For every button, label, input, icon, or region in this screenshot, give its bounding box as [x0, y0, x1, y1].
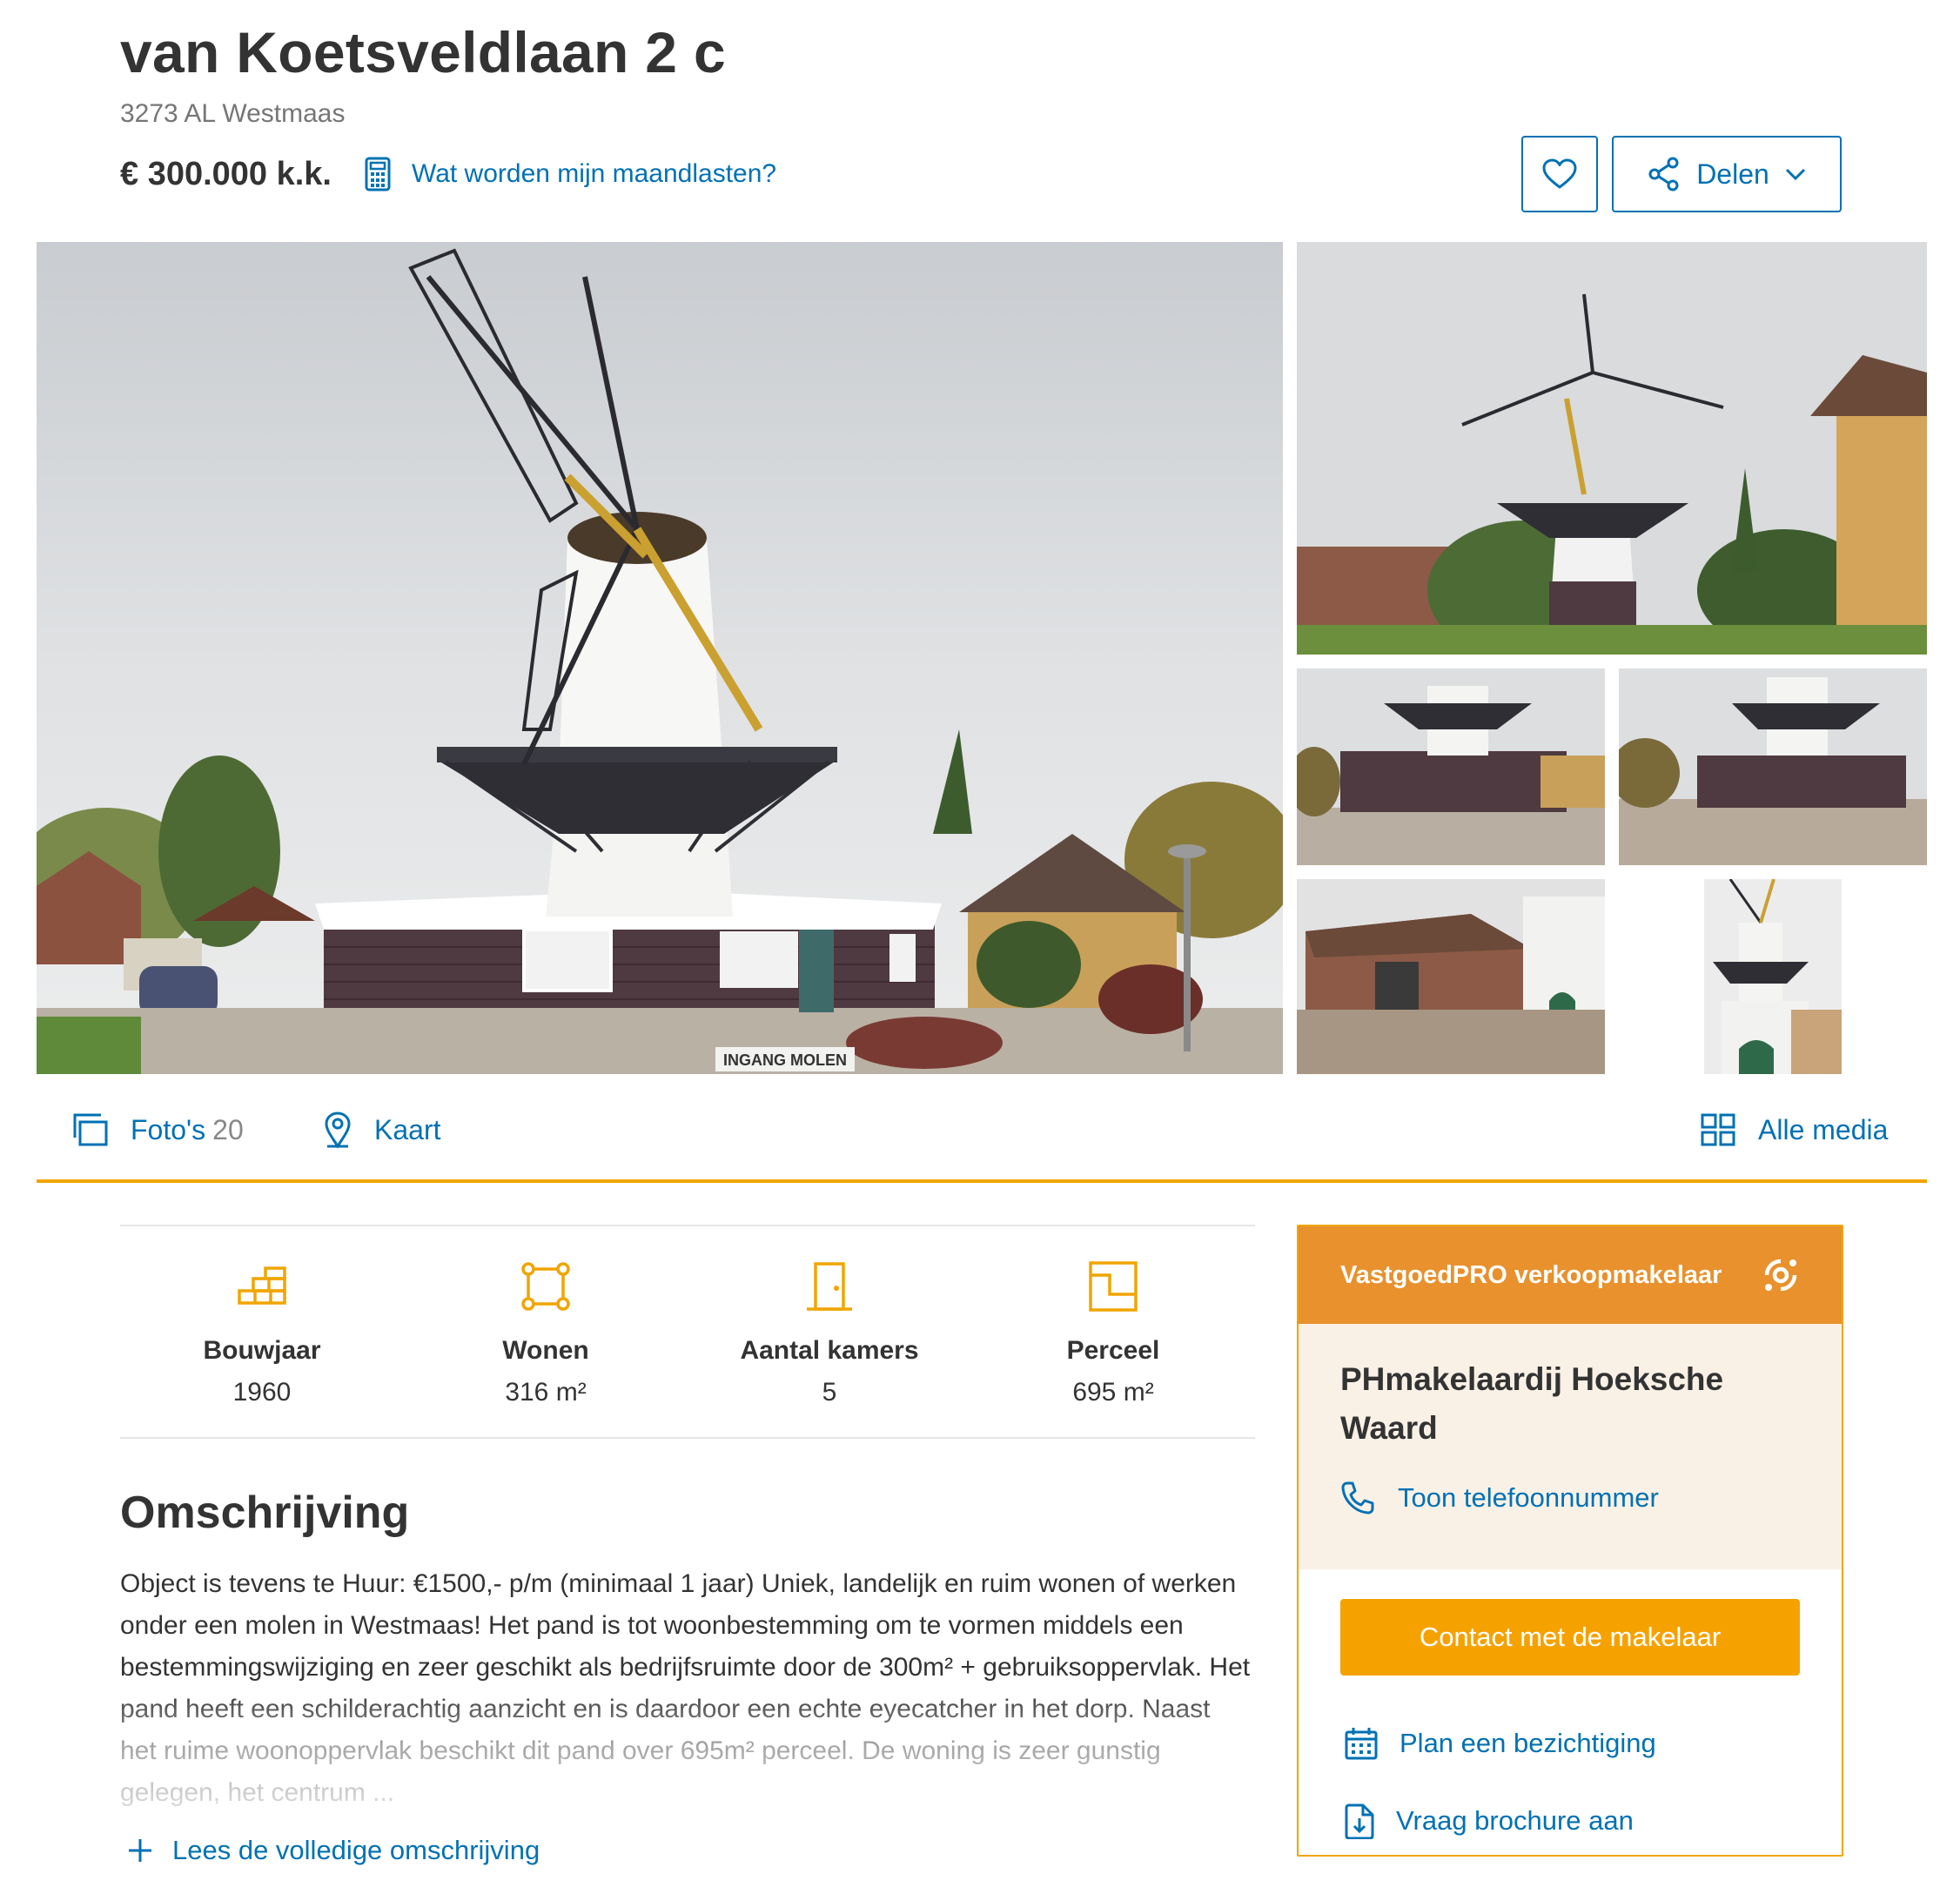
thumbnail-photo-5[interactable]: [1704, 879, 1842, 1074]
schedule-viewing-label: Plan een bezichtiging: [1400, 1728, 1656, 1758]
listing-title: van Koetsveldlaan 2 c: [120, 20, 726, 84]
schedule-viewing-link[interactable]: Plan een bezichtiging: [1344, 1726, 1656, 1761]
map-tab-label: Kaart: [374, 1113, 441, 1145]
agent-info: PHmakelaardij Hoeksche Waard Toon telefo…: [1299, 1324, 1842, 1569]
mortgage-costs-link[interactable]: Wat worden mijn maandlasten?: [365, 157, 776, 191]
bricks-icon: [238, 1266, 286, 1305]
show-phone-label: Toon telefoonnummer: [1398, 1482, 1659, 1513]
feature-label: Aantal kamers: [740, 1336, 919, 1365]
door-icon: [807, 1262, 852, 1311]
photos-count: 20: [212, 1113, 244, 1145]
thumbnail-photo-4[interactable]: [1297, 879, 1605, 1074]
grid-icon: [1701, 1113, 1735, 1146]
all-media-button[interactable]: Alle media: [1701, 1095, 1888, 1165]
calculator-icon: [365, 157, 391, 191]
photos-tab-label: Foto's: [131, 1113, 206, 1145]
feature-rooms: Aantal kamers 5: [688, 1256, 971, 1407]
feature-value: 5: [822, 1378, 837, 1407]
photos-icon: [73, 1113, 108, 1146]
calendar-icon: [1345, 1728, 1378, 1760]
chevron-down-icon: [1785, 168, 1805, 180]
thumbnail-photo-1[interactable]: [1297, 242, 1927, 655]
request-brochure-link[interactable]: Vraag brochure aan: [1344, 1803, 1634, 1839]
feature-plot: Perceel 695 m²: [971, 1256, 1255, 1407]
favorite-button[interactable]: [1521, 136, 1598, 212]
description-heading: Omschrijving: [120, 1488, 410, 1538]
feature-value: 316 m²: [505, 1378, 587, 1407]
listing-price: € 300.000 k.k.: [120, 155, 332, 192]
feature-build-year: Bouwjaar 1960: [120, 1256, 404, 1407]
description-text: Object is tevens te Huur: €1500,- p/m (m…: [120, 1569, 1251, 1807]
share-button-label: Delen: [1696, 158, 1769, 190]
photos-tab[interactable]: Foto's 20: [73, 1095, 244, 1165]
heart-icon: [1542, 158, 1577, 189]
share-button[interactable]: Delen: [1612, 136, 1842, 212]
agent-header: VastgoedPRO verkoopmakelaar: [1299, 1226, 1842, 1324]
feature-living-area: Wonen 316 m²: [404, 1256, 688, 1407]
key-features: Bouwjaar 1960 Wonen 316 m² Aantal kamers…: [120, 1225, 1255, 1439]
agent-office-name: PHmakelaardij Hoeksche Waard: [1340, 1361, 1724, 1446]
show-phone-link[interactable]: Toon telefoonnummer: [1340, 1481, 1659, 1515]
phone-icon: [1341, 1481, 1374, 1515]
plus-icon: [129, 1839, 151, 1862]
listing-postal-address: 3273 AL Westmaas: [120, 99, 346, 128]
media-bar: Foto's 20 Kaart Alle media: [37, 1095, 1927, 1165]
entrance-sign-text: INGANG MOLEN: [723, 1051, 847, 1069]
feature-label: Bouwjaar: [203, 1336, 321, 1365]
agent-contact-box: VastgoedPRO verkoopmakelaar PHmakelaardi…: [1297, 1225, 1843, 1857]
map-pin-icon: [325, 1112, 351, 1148]
read-more-link[interactable]: Lees de volledige omschrijving: [127, 1835, 540, 1866]
all-media-label: Alle media: [1758, 1113, 1889, 1145]
thumbnail-photo-2[interactable]: [1297, 668, 1605, 865]
vastgoedpro-logo-icon: [1764, 1259, 1797, 1292]
agent-header-name: VastgoedPRO verkoopmakelaar: [1340, 1260, 1722, 1289]
read-more-label: Lees de volledige omschrijving: [172, 1835, 540, 1865]
area-icon: [521, 1262, 570, 1311]
mortgage-costs-link-label: Wat worden mijn maandlasten?: [412, 159, 777, 188]
feature-label: Wonen: [502, 1336, 589, 1365]
request-brochure-label: Vraag brochure aan: [1396, 1805, 1634, 1836]
main-photo[interactable]: INGANG MOLEN: [37, 242, 1283, 1074]
map-tab[interactable]: Kaart: [324, 1095, 440, 1165]
plot-icon: [1089, 1261, 1138, 1312]
contact-agent-button[interactable]: Contact met de makelaar: [1340, 1599, 1800, 1676]
share-icon: [1648, 157, 1679, 191]
thumbnail-photo-3[interactable]: [1619, 668, 1927, 865]
price-row: € 300.000 k.k. Wat worden mijn maandlast…: [120, 151, 776, 197]
section-divider: [37, 1179, 1927, 1183]
document-download-icon: [1345, 1803, 1374, 1839]
feature-value: 695 m²: [1072, 1378, 1154, 1407]
feature-label: Perceel: [1066, 1336, 1160, 1365]
feature-value: 1960: [232, 1378, 292, 1407]
